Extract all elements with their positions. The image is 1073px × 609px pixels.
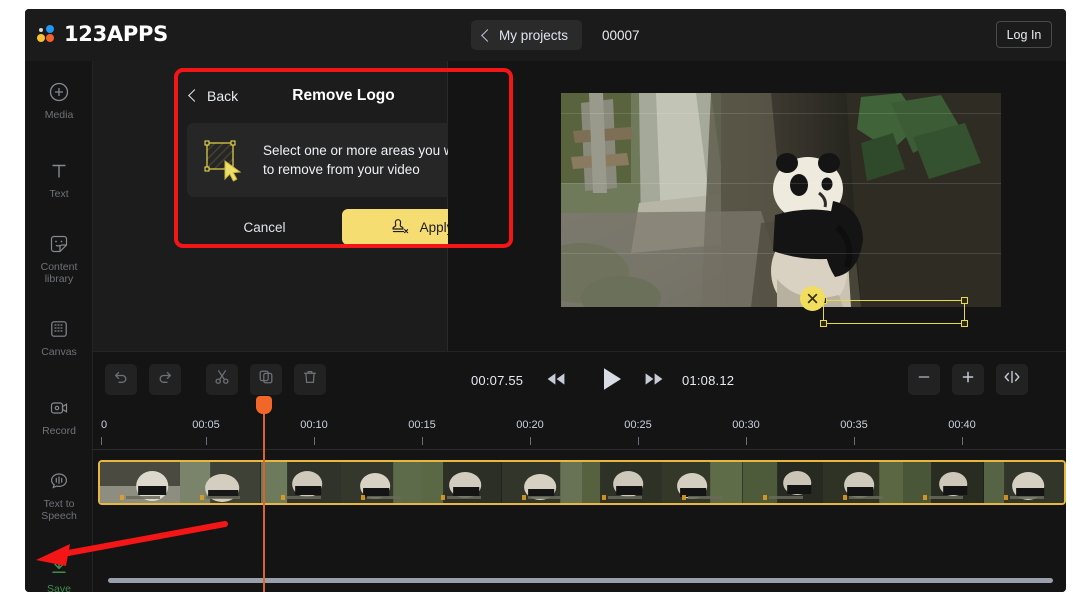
sidebar-item-label: Record: [42, 424, 76, 437]
login-button[interactable]: Log In: [996, 21, 1052, 48]
zoom-out-button[interactable]: [908, 364, 940, 395]
ruler-tick-label: 00:25: [624, 419, 652, 431]
sidebar-item-text[interactable]: Text: [25, 140, 93, 219]
sidebar-item-label: Text: [49, 187, 69, 200]
sidebar-item-label: Text to Speech: [41, 497, 77, 522]
undo-arrow-icon: [113, 369, 129, 390]
trash-bin-icon: [302, 369, 318, 390]
sidebar-item-label: Canvas: [41, 345, 77, 358]
sidebar-item-save[interactable]: Save: [25, 535, 93, 592]
sidebar-item-media[interactable]: Media: [25, 61, 93, 140]
stamp-remove-icon: [389, 216, 409, 238]
cancel-label: Cancel: [243, 219, 286, 235]
video-frame[interactable]: [561, 93, 1001, 307]
clip-thumbnail[interactable]: [100, 462, 181, 503]
playhead-handle[interactable]: [256, 396, 272, 414]
my-projects-button[interactable]: My projects: [471, 20, 583, 50]
zoom-in-button[interactable]: [952, 364, 984, 395]
speech-waveform-icon: [48, 470, 70, 492]
hatched-selection-cursor-icon: [203, 137, 249, 183]
copy-duplicate-icon: [258, 369, 274, 390]
plus-circle-icon: [48, 81, 70, 103]
minus-icon: [916, 369, 932, 390]
clip-thumbnail[interactable]: [983, 462, 1064, 503]
fit-width-icon: [1003, 369, 1021, 390]
top-bar: 123APPS My projects 00007 Log In: [25, 9, 1066, 61]
clip-thumbnail[interactable]: [822, 462, 904, 503]
copy-button[interactable]: [250, 364, 282, 395]
fit-to-width-button[interactable]: [996, 364, 1028, 395]
login-label: Log In: [1006, 27, 1042, 42]
chevron-left-icon: [481, 28, 494, 42]
play-button[interactable]: [599, 365, 625, 398]
clip-thumbnail[interactable]: [903, 462, 984, 503]
total-time: 01:08.12: [682, 373, 735, 388]
text-t-icon: [48, 160, 70, 182]
rewind-double-left-icon: [545, 373, 567, 394]
sidebar-item-label: Media: [44, 108, 74, 121]
clip-thumbnail[interactable]: [421, 462, 502, 503]
clip-thumbnail[interactable]: [581, 462, 663, 503]
ruler-tick-label: 00:15: [408, 419, 436, 431]
clip-thumbnail[interactable]: [742, 462, 823, 503]
removal-selection-rect[interactable]: [800, 286, 968, 327]
app-window: 123APPS My projects 00007 Log In Media T…: [25, 9, 1066, 592]
resize-handle-bottom-left[interactable]: [820, 320, 827, 327]
clip-thumbnail[interactable]: [501, 462, 582, 503]
cut-button[interactable]: [206, 364, 238, 395]
clip-thumbnail[interactable]: [340, 462, 422, 503]
plus-icon: [960, 369, 976, 390]
timeline-ruler[interactable]: 0 00:05 00:10 00:15 00:20 00:25 00:30 00…: [93, 407, 1066, 450]
timeline-toolbar: 00:07.55 01:08.12: [93, 352, 1066, 407]
sidebar-item-label: Save: [47, 582, 71, 593]
left-sidebar: Media Text Content library Canvas Record…: [25, 61, 93, 592]
ruler-tick-label: 0: [101, 419, 108, 431]
ruler-tick-label: 00:20: [516, 419, 544, 431]
current-time: 00:07.55: [471, 373, 524, 388]
cancel-button[interactable]: Cancel: [187, 209, 342, 245]
sidebar-item-record[interactable]: Record: [25, 377, 93, 456]
resize-handle-top-right[interactable]: [961, 297, 968, 304]
screenshot-root: 123APPS My projects 00007 Log In Media T…: [0, 0, 1073, 609]
brand-logo[interactable]: 123APPS: [37, 22, 168, 46]
video-preview-area: [448, 61, 1066, 351]
redo-button[interactable]: [149, 364, 181, 395]
play-triangle-icon: [599, 368, 625, 397]
forward-double-right-icon: [643, 373, 665, 394]
close-x-icon[interactable]: [800, 286, 825, 311]
camera-record-icon: [48, 397, 70, 419]
ruler-tick-label: 00:35: [840, 419, 868, 431]
scissors-icon: [214, 369, 230, 390]
rewind-button[interactable]: [545, 368, 567, 395]
sidebar-item-text-to-speech[interactable]: Text to Speech: [25, 456, 93, 535]
my-projects-label: My projects: [499, 27, 569, 43]
project-name: 00007: [602, 28, 640, 43]
brand-name: 123APPS: [64, 22, 168, 46]
ruler-tick-label: 00:10: [300, 419, 328, 431]
clip-thumbnail[interactable]: [662, 462, 743, 503]
timeline-horizontal-scrollbar[interactable]: [108, 578, 1053, 583]
ruler-tick-label: 00:40: [948, 419, 976, 431]
sidebar-item-label: Content library: [40, 260, 78, 285]
download-save-icon: [48, 555, 70, 577]
sidebar-item-content-library[interactable]: Content library: [25, 219, 93, 298]
canvas-frame-icon: [48, 318, 70, 340]
ruler-tick-label: 00:30: [732, 419, 760, 431]
forward-button[interactable]: [643, 368, 665, 395]
clip-thumbnail[interactable]: [260, 462, 341, 503]
delete-button[interactable]: [294, 364, 326, 395]
redo-arrow-icon: [157, 369, 173, 390]
sidebar-item-canvas[interactable]: Canvas: [25, 298, 93, 377]
video-track[interactable]: [98, 460, 1066, 505]
resize-handle-bottom-right[interactable]: [961, 320, 968, 327]
timeline-playhead[interactable]: [256, 396, 272, 592]
timeline: 00:07.55 01:08.12 0 00:05 00:10 00:15 00…: [93, 351, 1066, 592]
undo-button[interactable]: [105, 364, 137, 395]
sticker-smiley-icon: [48, 233, 70, 255]
remove-logo-panel: Back Remove Logo Select one or more area…: [93, 61, 513, 351]
logo-dots-icon: [37, 24, 57, 44]
clip-thumbnail[interactable]: [180, 462, 261, 503]
ruler-tick-label: 00:05: [192, 419, 220, 431]
